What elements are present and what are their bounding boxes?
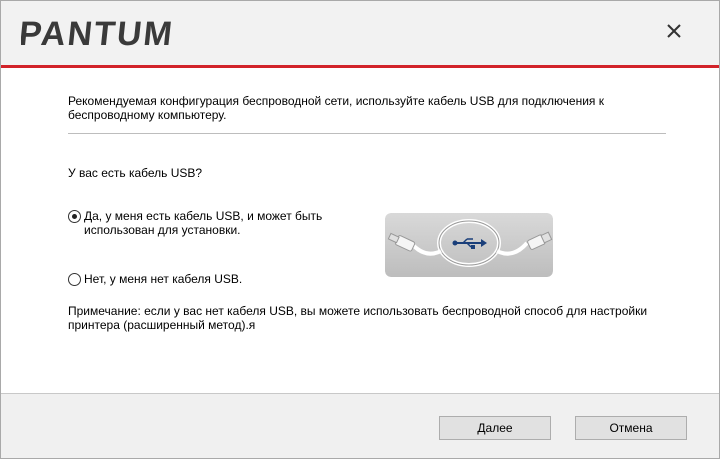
radio-have-usb[interactable]: [68, 210, 81, 223]
close-icon[interactable]: [663, 20, 685, 42]
header-accent-line: [1, 65, 719, 68]
svg-text:PANTUM: PANTUM: [21, 15, 176, 49]
pantum-logo: PANTUM: [17, 15, 221, 54]
radio-no-usb[interactable]: [68, 273, 81, 286]
installer-window: PANTUM Рекомендуемая конфигурация беспро…: [0, 0, 720, 459]
option-no-usb[interactable]: Нет, у меня нет кабеля USB.: [68, 272, 242, 286]
cancel-button[interactable]: Отмена: [575, 416, 687, 440]
pantum-logo-graphic: PANTUM: [17, 15, 176, 53]
divider: [68, 133, 666, 134]
next-button[interactable]: Далее: [439, 416, 551, 440]
question-text: У вас есть кабель USB?: [68, 166, 203, 180]
header-bar: PANTUM: [1, 1, 719, 65]
option-no-usb-label: Нет, у меня нет кабеля USB.: [84, 272, 243, 286]
intro-text: Рекомендуемая конфигурация беспроводной …: [68, 94, 605, 122]
footer-bar: Далее Отмена: [1, 394, 719, 458]
option-have-usb[interactable]: Да, у меня есть кабель USB, и может быть…: [68, 209, 334, 237]
usb-cable-icon: [385, 213, 553, 277]
option-have-usb-label: Да, у меня есть кабель USB, и может быть…: [84, 209, 323, 237]
note-text: Примечание: если у вас нет кабеля USB, в…: [68, 304, 648, 332]
